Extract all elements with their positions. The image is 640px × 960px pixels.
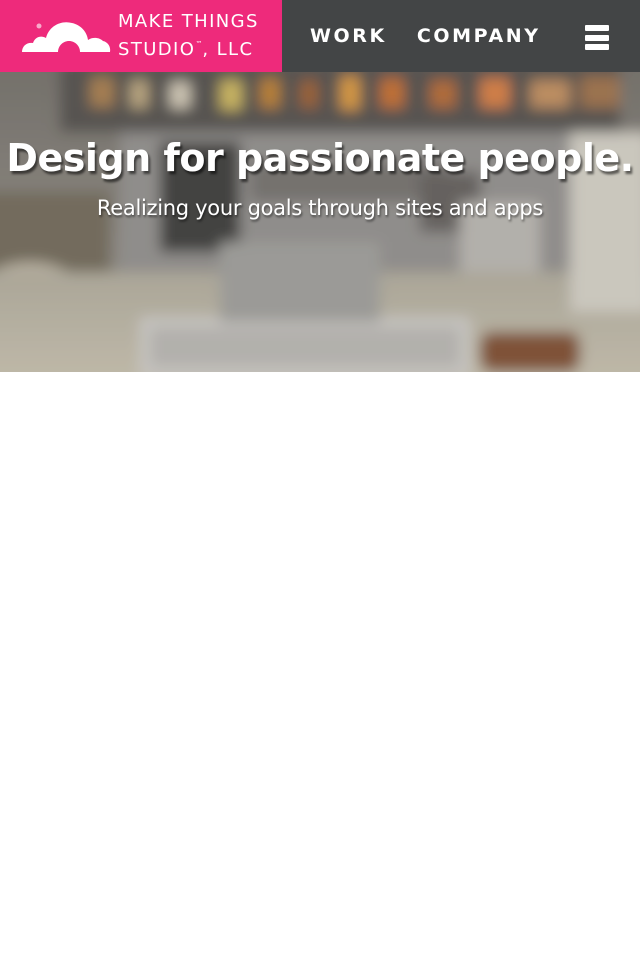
brand-name-line1: MAKE THINGS [118,11,259,32]
hero-title: Design for passionate people. [6,136,634,180]
hero-banner: Design for passionate people. Realizing … [0,72,640,372]
menu-bar [585,25,609,31]
brand-name: MAKE THINGS STUDIO™, LLC [118,11,259,61]
nav-link-company[interactable]: COMPANY [417,25,541,47]
hero-background-image [0,72,640,372]
brand-studio: STUDIO [118,39,196,60]
main-nav: WORK COMPANY [310,0,571,72]
hero-subtitle: Realizing your goals through sites and a… [96,196,544,220]
menu-bar [585,44,609,50]
brand-name-line2: STUDIO™, LLC [118,33,259,61]
main-content-area [0,372,640,960]
cloud-icon [22,22,111,52]
site-logo-link[interactable]: MAKE THINGS STUDIO™, LLC [0,0,282,72]
brand-suffix: , LLC [202,39,254,60]
nav-link-work[interactable]: WORK [310,25,387,47]
hamburger-menu-icon[interactable] [585,25,609,50]
top-navigation-bar: MAKE THINGS STUDIO™, LLC WORK COMPANY [0,0,640,72]
menu-bar [585,34,609,41]
